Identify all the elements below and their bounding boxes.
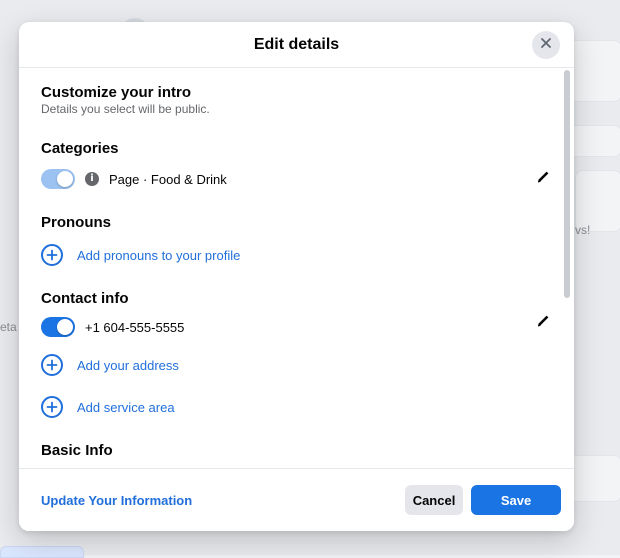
- update-your-information-link[interactable]: Update Your Information: [41, 493, 192, 508]
- categories-title: Categories: [41, 140, 119, 157]
- cancel-button[interactable]: Cancel: [405, 485, 463, 515]
- categories-visibility-toggle[interactable]: [41, 169, 75, 189]
- add-address-link[interactable]: Add your address: [77, 358, 179, 373]
- plus-circle-icon: [41, 354, 63, 376]
- modal-footer: Update Your Information Cancel Save: [19, 468, 574, 531]
- modal-body: Customize your intro Details you select …: [19, 68, 574, 468]
- customize-intro-title: Customize your intro: [41, 84, 192, 101]
- edit-contact-info-button[interactable]: [535, 315, 551, 331]
- edit-categories-button[interactable]: [535, 171, 551, 187]
- categories-value: Page · Food & Drink: [109, 171, 227, 187]
- phone-number: +1 604-555-5555: [85, 319, 185, 335]
- add-pronouns-row[interactable]: Add pronouns to your profile: [41, 242, 551, 268]
- close-button[interactable]: [532, 31, 560, 59]
- add-service-area-row[interactable]: Add service area: [41, 394, 551, 420]
- background-button-stub: [0, 546, 84, 558]
- toggle-knob: [57, 171, 73, 187]
- edit-details-modal: Edit details Customize your intro Detail…: [19, 22, 574, 531]
- pronouns-title: Pronouns: [41, 214, 111, 231]
- contact-info-title: Contact info: [41, 290, 129, 307]
- add-pronouns-link[interactable]: Add pronouns to your profile: [77, 248, 240, 263]
- modal-title: Edit details: [253, 35, 340, 53]
- phone-visibility-toggle[interactable]: [41, 317, 75, 337]
- modal-scrollbar-track[interactable]: [563, 68, 571, 468]
- add-service-area-link[interactable]: Add service area: [77, 400, 175, 415]
- close-icon: [540, 36, 552, 54]
- pencil-icon: [535, 169, 551, 190]
- save-button[interactable]: Save: [471, 485, 561, 515]
- info-icon[interactable]: i: [85, 172, 99, 186]
- toggle-knob: [57, 319, 73, 335]
- contact-phone-row: +1 604-555-5555: [41, 314, 551, 340]
- add-address-row[interactable]: Add your address: [41, 352, 551, 378]
- pencil-icon: [535, 313, 551, 334]
- modal-scrollbar-thumb[interactable]: [564, 70, 570, 298]
- modal-header: Edit details: [19, 22, 574, 68]
- plus-circle-icon: [41, 244, 63, 266]
- customize-intro-subtitle: Details you select will be public.: [41, 102, 210, 116]
- basic-info-title: Basic Info: [41, 442, 113, 459]
- footer-actions: Cancel Save: [405, 485, 561, 515]
- plus-circle-icon: [41, 396, 63, 418]
- background-right-fragment: vs!: [575, 223, 591, 237]
- background-left-fragment: eta: [0, 320, 17, 334]
- categories-row: i Page · Food & Drink: [41, 166, 551, 192]
